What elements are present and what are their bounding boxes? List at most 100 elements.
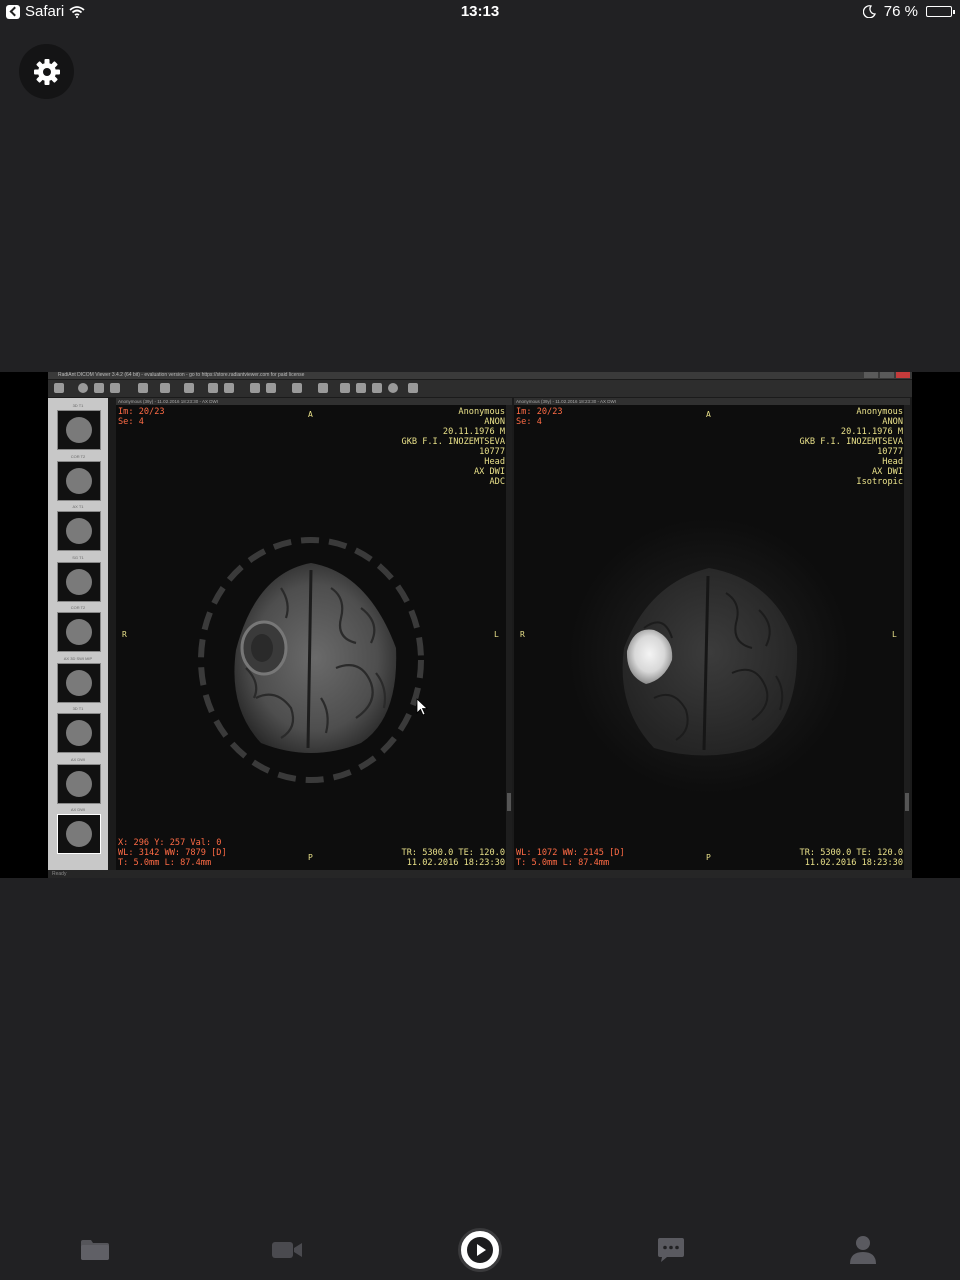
invert-icon[interactable]	[224, 383, 234, 393]
image-number: Im: 20/23	[118, 407, 165, 417]
globe-icon[interactable]	[388, 383, 398, 393]
maximize-button[interactable]	[880, 372, 894, 378]
series-thumbnail[interactable]: AX DWI	[50, 806, 106, 856]
series-thumbnail-image	[57, 763, 101, 804]
overlay-line: WL: 3142 WW: 7879 [D]	[118, 848, 227, 858]
tab-chat[interactable]	[649, 1228, 693, 1272]
series-thumbnail-image	[57, 713, 101, 753]
play-icon	[467, 1237, 493, 1263]
series-thumbnail-image	[57, 410, 101, 450]
video-frame[interactable]: RadiAnt DICOM Viewer 3.4.2 (64 bit) - ev…	[0, 372, 960, 878]
overlay-line: WL: 1072 WW: 2145 [D]	[516, 848, 625, 858]
acquisition-info: TR: 5300.0 TE: 120.0 11.02.2016 18:23:30	[402, 848, 505, 868]
window-info: WL: 1072 WW: 2145 [D] T: 5.0mm L: 87.4mm	[516, 848, 625, 868]
tab-files[interactable]	[73, 1228, 117, 1272]
viewport-adc[interactable]: Anonymous (39y) - 11.02.2016 18:23:30 - …	[116, 398, 512, 870]
viewport-scrollbar[interactable]	[506, 405, 512, 870]
cd-icon[interactable]	[78, 383, 88, 393]
acquisition-info: TR: 5300.0 TE: 120.0 11.02.2016 18:23:30	[800, 848, 903, 868]
series-thumbnail[interactable]: AX T1	[50, 503, 106, 553]
print-icon[interactable]	[356, 383, 366, 393]
series-thumbnail-label: SG T1	[72, 554, 84, 560]
series-number: Se: 4	[118, 417, 144, 427]
overlay-line: 11.02.2016 18:23:30	[804, 858, 903, 868]
series-thumbnail-label: 3D T1	[72, 706, 84, 711]
patient-info: Anonymous ANON 20.11.1976 M GKB F.I. INOZEM…	[402, 407, 505, 487]
series-thumbnail[interactable]: 3D T1	[50, 705, 106, 755]
moon-icon	[862, 5, 876, 18]
orientation-bottom: P	[308, 853, 313, 862]
window-level-icon[interactable]	[208, 383, 218, 393]
orientation-top: A	[308, 410, 313, 419]
series-thumbnail-image	[57, 561, 101, 602]
orientation-left: R	[520, 630, 525, 639]
overlay-line: Isotropic	[856, 477, 903, 487]
crosshair-icon[interactable]	[250, 383, 260, 393]
overlay-line: Head	[484, 457, 505, 467]
layout-grid-icon[interactable]	[138, 383, 148, 393]
chat-icon	[658, 1238, 684, 1262]
series-thumbnail-label: AX DWI	[70, 756, 86, 762]
settings-button[interactable]	[19, 44, 74, 99]
viewport-dwi[interactable]: Anonymous (39y) - 11.02.2016 18:23:30 - …	[514, 398, 910, 870]
overlay-line: ADC	[489, 477, 505, 487]
overlay-line: Head	[882, 457, 903, 467]
reference-icon[interactable]	[318, 383, 328, 393]
series-thumbnail[interactable]: COR T2	[50, 453, 106, 503]
overlay-line: 10777	[877, 447, 903, 457]
series-thumbnail[interactable]: COR T2	[50, 604, 106, 654]
open-folder-icon[interactable]	[54, 383, 64, 393]
series-thumbnail-label: 3D T1	[72, 403, 84, 408]
minimize-button[interactable]	[864, 372, 878, 378]
close-button[interactable]	[896, 372, 910, 378]
gear-icon	[33, 58, 60, 85]
mouse-pointer-icon	[416, 698, 428, 716]
tab-bar	[0, 1220, 960, 1280]
overlay-line: T: 5.0mm L: 87.4mm	[516, 858, 610, 868]
series-thumbnail-label: COR T2	[70, 605, 86, 610]
overlay-line: TR: 5300.0 TE: 120.0	[401, 848, 505, 858]
overlay-line: AX DWI	[473, 467, 505, 477]
tab-video[interactable]	[265, 1228, 309, 1272]
camera-icon[interactable]	[340, 383, 350, 393]
patient-info: Anonymous ANON 20.11.1976 M GKB F.I. INOZEM…	[800, 407, 903, 487]
measure-icon[interactable]	[292, 383, 302, 393]
tab-profile[interactable]	[841, 1228, 885, 1272]
text-annotation-icon[interactable]	[184, 383, 194, 393]
tab-play[interactable]	[458, 1228, 502, 1272]
window-title: RadiAnt DICOM Viewer 3.4.2 (64 bit) - ev…	[48, 372, 912, 379]
viewer-status: Ready	[48, 870, 912, 878]
viewport-scrollbar[interactable]	[904, 405, 910, 870]
overlay-line: Anonymous	[458, 407, 505, 417]
series-thumbnail-image	[57, 814, 101, 854]
series-thumbnail[interactable]: AX DWI	[50, 756, 106, 806]
orientation-bottom: P	[706, 853, 711, 862]
folder-icon	[81, 1240, 109, 1260]
link-icon[interactable]	[160, 383, 170, 393]
save-icon[interactable]	[110, 383, 120, 393]
orientation-top: A	[706, 410, 711, 419]
series-thumbnail[interactable]: AX 3D SWI MIP	[50, 655, 106, 705]
clock: 13:13	[460, 3, 500, 20]
series-thumbnail-image	[57, 460, 101, 501]
orientation-right: L	[892, 630, 897, 639]
overlay-line: AX DWI	[871, 467, 903, 477]
person-icon	[850, 1236, 876, 1264]
magic-wand-icon[interactable]	[266, 383, 276, 393]
settings-icon[interactable]	[372, 383, 382, 393]
download-icon[interactable]	[94, 383, 104, 393]
series-thumbnail[interactable]: SG T1	[50, 554, 106, 604]
status-bar: Safari 13:13 76 %	[0, 0, 960, 26]
overlay-line: T: 5.0mm L: 87.4mm	[118, 858, 212, 868]
overlay-line: ANON	[484, 417, 505, 427]
series-thumbnail[interactable]: 3D T1	[50, 402, 106, 452]
series-thumbnail-label: AX 3D SWI MIP	[63, 655, 93, 661]
video-camera-icon	[272, 1242, 302, 1258]
battery-percent: 76 %	[883, 3, 918, 20]
series-thumbnail-image	[57, 612, 101, 652]
overlay-line: 10777	[479, 447, 505, 457]
series-thumbnail-image	[57, 662, 101, 703]
help-icon[interactable]	[408, 383, 418, 393]
cursor-window-info: X: 296 Y: 257 Val: 0 WL: 3142 WW: 7879 [D…	[118, 838, 227, 868]
overlay-line: 20.11.1976 M	[442, 427, 505, 437]
